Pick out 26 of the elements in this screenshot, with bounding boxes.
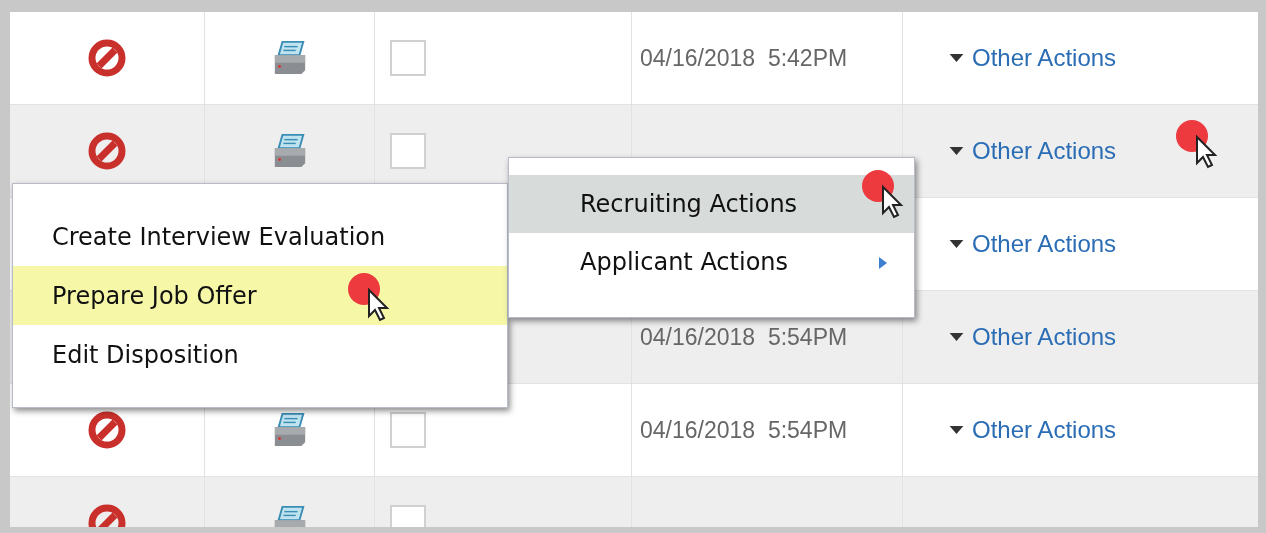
other-actions-link[interactable]: Other Actions	[972, 137, 1117, 165]
date-time-text: 04/16/2018 5:54PM	[640, 323, 848, 351]
other-actions-link[interactable]: Other Actions	[972, 230, 1117, 258]
click-pointer-icon	[347, 272, 391, 322]
prohibited-icon[interactable]	[87, 131, 127, 171]
other-actions-link[interactable]: Other Actions	[972, 416, 1117, 444]
caret-down-icon	[949, 333, 964, 341]
prohibited-icon[interactable]	[87, 38, 127, 78]
caret-down-icon	[949, 240, 964, 248]
date-time-text: 04/16/2018 5:42PM	[640, 44, 848, 72]
other-actions-link[interactable]: Other Actions	[972, 44, 1117, 72]
prohibited-icon[interactable]	[87, 410, 127, 450]
caret-down-icon	[949, 426, 964, 434]
other-actions-link[interactable]: Other Actions	[972, 323, 1117, 351]
checkbox[interactable]	[390, 40, 426, 76]
click-pointer-icon	[861, 169, 905, 219]
date-time-text: 04/16/2018 5:54PM	[640, 416, 848, 444]
menu-item[interactable]: Create Interview Evaluation	[13, 207, 507, 266]
checkbox[interactable]	[390, 412, 426, 448]
caret-down-icon	[949, 147, 964, 155]
click-pointer-icon	[1175, 119, 1219, 169]
checkbox[interactable]	[390, 133, 426, 169]
caret-down-icon	[949, 54, 964, 62]
menu-item[interactable]: Prepare Job Offer	[13, 266, 507, 325]
menu-item[interactable]: Edit Disposition	[13, 325, 507, 384]
menu-item[interactable]: Applicant Actions	[509, 233, 914, 291]
